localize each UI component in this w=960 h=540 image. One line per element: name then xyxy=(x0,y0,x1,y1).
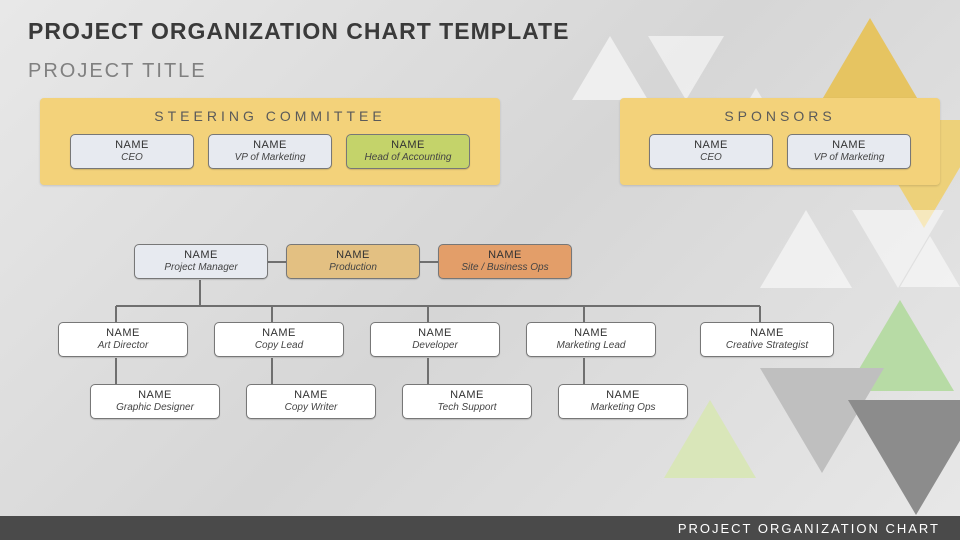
team-tech-support: NAME Tech Support xyxy=(402,384,532,419)
team-marketing-ops: NAME Marketing Ops xyxy=(558,384,688,419)
person-name: NAME xyxy=(97,389,213,401)
person-role: VP of Marketing xyxy=(794,152,904,163)
person-role: Developer xyxy=(377,340,493,351)
person-role: Site / Business Ops xyxy=(445,262,565,273)
lead-project-manager: NAME Project Manager xyxy=(134,244,268,279)
person-name: NAME xyxy=(445,249,565,261)
person-role: Head of Accounting xyxy=(353,152,463,163)
sponsors-panel: SPONSORS NAME CEO NAME VP of Marketing xyxy=(620,98,940,185)
triangle-icon xyxy=(848,400,960,515)
subtitle: PROJECT TITLE xyxy=(28,60,207,83)
person-role: VP of Marketing xyxy=(215,152,325,163)
person-name: NAME xyxy=(565,389,681,401)
steering-member: NAME Head of Accounting xyxy=(346,134,470,169)
slide-canvas: PROJECT ORGANIZATION CHART TEMPLATE PROJ… xyxy=(0,0,960,540)
person-name: NAME xyxy=(221,327,337,339)
person-name: NAME xyxy=(533,327,649,339)
person-name: NAME xyxy=(253,389,369,401)
steering-title: STEERING COMMITTEE xyxy=(40,108,500,124)
person-name: NAME xyxy=(65,327,181,339)
person-name: NAME xyxy=(293,249,413,261)
person-name: NAME xyxy=(141,249,261,261)
person-name: NAME xyxy=(77,139,187,151)
team-developer: NAME Developer xyxy=(370,322,500,357)
team-graphic-designer: NAME Graphic Designer xyxy=(90,384,220,419)
triangle-icon xyxy=(900,236,960,287)
person-role: Project Manager xyxy=(141,262,261,273)
person-name: NAME xyxy=(215,139,325,151)
team-art-director: NAME Art Director xyxy=(58,322,188,357)
lead-production: NAME Production xyxy=(286,244,420,279)
person-role: Copy Writer xyxy=(253,402,369,413)
steering-member: NAME VP of Marketing xyxy=(208,134,332,169)
person-role: Tech Support xyxy=(409,402,525,413)
person-name: NAME xyxy=(353,139,463,151)
main-title: PROJECT ORGANIZATION CHART TEMPLATE xyxy=(28,18,569,45)
person-name: NAME xyxy=(656,139,766,151)
person-name: NAME xyxy=(707,327,827,339)
sponsor-member: NAME CEO xyxy=(649,134,773,169)
team-copy-writer: NAME Copy Writer xyxy=(246,384,376,419)
person-role: Production xyxy=(293,262,413,273)
sponsors-title: SPONSORS xyxy=(620,108,940,124)
lead-business-ops: NAME Site / Business Ops xyxy=(438,244,572,279)
person-name: NAME xyxy=(409,389,525,401)
person-role: Art Director xyxy=(65,340,181,351)
person-role: CEO xyxy=(656,152,766,163)
triangle-icon xyxy=(760,210,852,288)
team-copy-lead: NAME Copy Lead xyxy=(214,322,344,357)
footer-bar: PROJECT ORGANIZATION CHART xyxy=(0,516,960,540)
sponsor-member: NAME VP of Marketing xyxy=(787,134,911,169)
person-role: Copy Lead xyxy=(221,340,337,351)
person-role: Marketing Ops xyxy=(565,402,681,413)
steering-panel: STEERING COMMITTEE NAME CEO NAME VP of M… xyxy=(40,98,500,185)
team-creative-strategist: NAME Creative Strategist xyxy=(700,322,834,357)
team-marketing-lead: NAME Marketing Lead xyxy=(526,322,656,357)
person-name: NAME xyxy=(377,327,493,339)
person-name: NAME xyxy=(794,139,904,151)
person-role: Marketing Lead xyxy=(533,340,649,351)
footer-text: PROJECT ORGANIZATION CHART xyxy=(678,521,940,536)
person-role: Graphic Designer xyxy=(97,402,213,413)
steering-member: NAME CEO xyxy=(70,134,194,169)
triangle-icon xyxy=(572,36,648,100)
person-role: Creative Strategist xyxy=(707,340,827,351)
person-role: CEO xyxy=(77,152,187,163)
